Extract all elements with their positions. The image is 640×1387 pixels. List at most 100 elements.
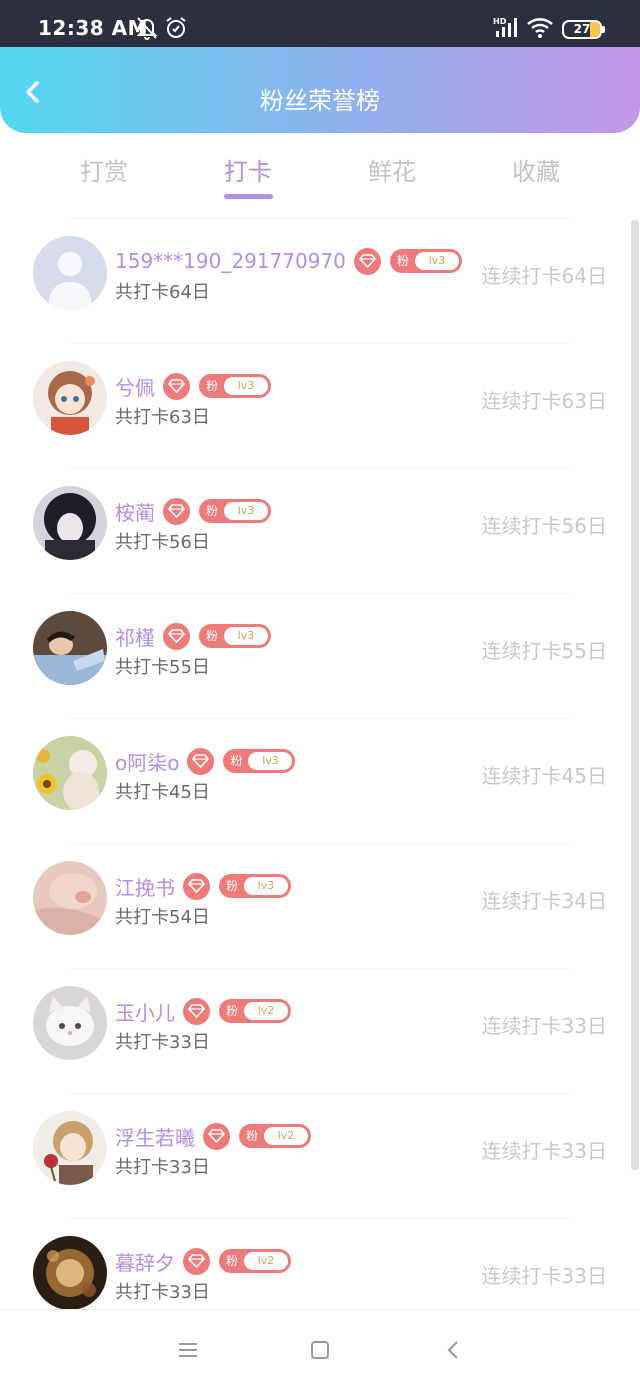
total-checkin: 共打卡55日 [115,657,210,678]
fan-badge-text: 粉 [226,879,239,893]
list-item[interactable]: 桉蔺 粉 lv3 共打卡56日 连续打卡56日 [0,468,640,593]
fan-badge-text: 粉 [206,629,219,643]
fan-level: lv2 [264,1127,308,1145]
fan-level-badge: 粉 lv3 [199,499,271,523]
svg-text:HD: HD [493,17,507,26]
tab-favorites[interactable]: 收藏 [512,152,560,187]
list-item[interactable]: 江挽书 粉 lv3 共打卡54日 连续打卡34日 [0,843,640,968]
tab-active-indicator [224,194,273,199]
page-title: 粉丝荣誉榜 [260,87,380,115]
row-divider [70,1093,570,1094]
row-divider [70,843,570,844]
fan-level: lv2 [244,1252,288,1270]
boy-photo-avatar-icon[interactable] [33,611,107,685]
fan-badge-text: 粉 [396,254,409,268]
streak-checkin: 连续打卡55日 [481,639,607,663]
default-avatar-icon[interactable] [33,236,107,310]
total-checkin: 共打卡64日 [115,282,210,303]
anime-girl-avatar-icon[interactable] [33,361,107,435]
fan-name[interactable]: 浮生若曦 [115,1122,195,1151]
total-checkin: 共打卡54日 [115,907,210,928]
fan-level-badge: 粉 lv2 [219,999,291,1023]
header-bar: 粉丝荣誉榜 [0,47,640,133]
fan-name[interactable]: 玉小儿 [115,997,175,1026]
streak-checkin: 连续打卡63日 [481,389,607,413]
streak-checkin: 连续打卡64日 [481,264,607,288]
streak-checkin: 连续打卡56日 [481,514,607,538]
total-checkin: 共打卡33日 [115,1157,210,1178]
list-item[interactable]: o阿柒o 粉 lv3 共打卡45日 连续打卡45日 [0,718,640,843]
diamond-icon [187,747,215,775]
streak-checkin: 连续打卡33日 [481,1139,607,1163]
total-checkin: 共打卡33日 [115,1282,210,1303]
system-nav-bar [0,1309,640,1387]
fan-level-badge: 粉 lv3 [219,874,291,898]
fan-level-badge: 粉 lv3 [389,249,462,273]
dark-anime-avatar-icon[interactable] [33,486,107,560]
row-divider [70,968,570,969]
fan-level-badge: 粉 lv3 [199,374,271,398]
total-checkin: 共打卡33日 [115,1032,210,1053]
home-square-icon[interactable] [308,1338,332,1362]
diamond-icon [203,1122,230,1150]
row-divider [70,593,570,594]
fan-name[interactable]: o阿柒o [115,747,179,776]
row-divider [70,218,570,219]
fan-badge-text: 粉 [226,1004,239,1018]
diamond-icon [183,1247,210,1275]
hd-signal-icon: HD [493,17,517,37]
fan-level-badge: 粉 lv2 [239,1124,311,1148]
tab-flowers[interactable]: 鲜花 [368,152,416,187]
fan-name[interactable]: 暮辞夕 [115,1247,175,1276]
streak-checkin: 连续打卡45日 [481,764,607,788]
list-item[interactable]: 祁槿 粉 lv3 共打卡55日 连续打卡55日 [0,593,640,718]
fan-level-badge: 粉 lv3 [199,624,271,648]
back-triangle-icon[interactable] [442,1338,466,1362]
fan-level: lv3 [244,877,288,895]
tab-bar: 打赏 打卡 鲜花 收藏 [0,140,640,210]
scrollbar[interactable] [631,220,639,1170]
fan-level: lv3 [248,752,293,770]
diamond-icon [163,372,190,400]
list-item[interactable]: 玉小儿 粉 lv2 共打卡33日 连续打卡33日 [0,968,640,1093]
streak-checkin: 连续打卡33日 [481,1014,607,1038]
list-item[interactable]: 浮生若曦 粉 lv2 共打卡33日 连续打卡33日 [0,1093,640,1218]
streak-checkin: 连续打卡34日 [481,889,607,913]
diamond-icon [183,872,210,900]
pig-plush-avatar-icon[interactable] [33,861,107,935]
status-time: 12:38 AM [38,16,149,40]
row-divider [70,1218,570,1219]
fan-badge-text: 粉 [206,504,219,518]
diamond-icon [163,622,190,650]
fan-badge-text: 粉 [226,1254,239,1268]
fan-level: lv2 [244,1002,288,1020]
fan-level: lv3 [414,252,459,270]
total-checkin: 共打卡63日 [115,407,210,428]
mute-bell-icon [136,17,158,40]
list-item[interactable]: 159***190_291770970 粉 lv3 共打卡64日 连续打卡64日 [0,218,640,343]
total-checkin: 共打卡45日 [115,782,210,803]
wifi-icon [527,18,553,38]
fan-name[interactable]: 祁槿 [115,622,155,651]
tab-checkin[interactable]: 打卡 [224,152,272,187]
fan-name[interactable]: 桉蔺 [115,497,155,526]
golden-art-avatar-icon[interactable] [33,1236,107,1310]
row-divider [70,343,570,344]
fan-name[interactable]: 兮佩 [115,372,155,401]
fan-level: lv3 [224,627,268,645]
fan-badge-text: 粉 [230,754,243,768]
menu-icon[interactable] [176,1338,200,1362]
tab-tip[interactable]: 打赏 [80,152,128,187]
diamond-icon [163,497,190,525]
row-divider [70,468,570,469]
list-item[interactable]: 兮佩 粉 lv3 共打卡63日 连续打卡63日 [0,343,640,468]
kitten-avatar-icon[interactable] [33,986,107,1060]
anime-rose-avatar-icon[interactable] [33,1111,107,1185]
fan-level-badge: 粉 lv2 [219,1249,291,1273]
sunflower-avatar-icon[interactable] [33,736,107,810]
fan-name[interactable]: 江挽书 [115,872,175,901]
fan-name[interactable]: 159***190_291770970 [115,249,346,273]
fan-level: lv3 [224,502,268,520]
diamond-icon [353,247,381,275]
battery-icon: 27 [562,20,605,39]
